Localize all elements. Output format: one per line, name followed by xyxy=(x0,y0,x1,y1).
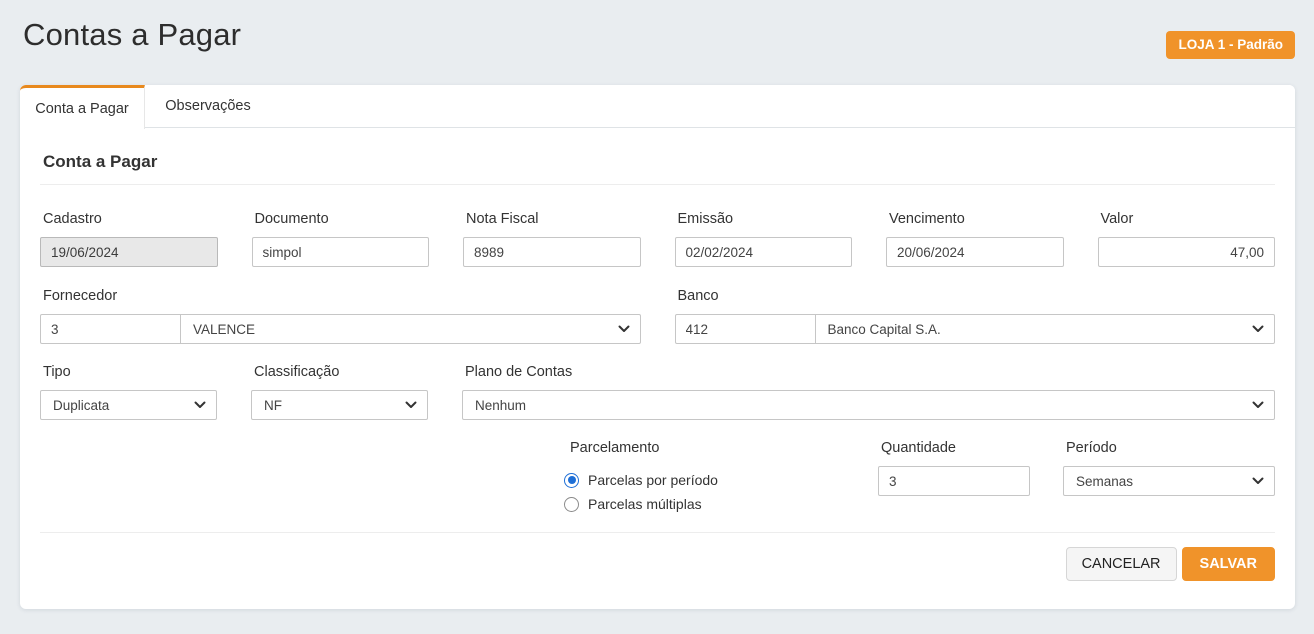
footer-actions: CANCELAR SALVAR xyxy=(40,533,1275,581)
radio-parcelas-por-periodo-label: Parcelas por período xyxy=(588,472,718,488)
valor-label: Valor xyxy=(1098,211,1276,227)
nota-fiscal-input[interactable] xyxy=(463,237,641,267)
parcelamento-label: Parcelamento xyxy=(564,440,844,456)
screen: Contas a Pagar LOJA 1 - Padrão Conta a P… xyxy=(0,0,1314,634)
vencimento-field: Vencimento xyxy=(886,211,1064,267)
banco-select[interactable]: Banco Capital S.A. xyxy=(815,314,1276,344)
nota-fiscal-field: Nota Fiscal xyxy=(463,211,641,267)
periodo-select[interactable]: Semanas xyxy=(1063,466,1275,496)
banco-field: Banco Banco Capital S.A. xyxy=(675,288,1276,344)
cancel-button[interactable]: CANCELAR xyxy=(1066,547,1177,581)
radio-unselected-icon xyxy=(564,497,579,512)
tab-observacoes[interactable]: Observações xyxy=(145,85,271,127)
banco-label: Banco xyxy=(675,288,1276,304)
tipo-select[interactable]: Duplicata xyxy=(40,390,217,420)
valor-input[interactable] xyxy=(1098,237,1276,267)
fornecedor-select-value: VALENCE xyxy=(193,322,255,337)
form-row-1: Cadastro Documento Nota Fiscal Emissão V… xyxy=(40,211,1275,267)
periodo-select-value: Semanas xyxy=(1076,474,1133,489)
plano-de-contas-field: Plano de Contas Nenhum xyxy=(462,364,1275,420)
fornecedor-combo: VALENCE xyxy=(40,314,641,344)
classificacao-select[interactable]: NF xyxy=(251,390,428,420)
radio-selected-icon xyxy=(564,473,579,488)
documento-label: Documento xyxy=(252,211,430,227)
banco-combo: Banco Capital S.A. xyxy=(675,314,1276,344)
tab-conta-a-pagar[interactable]: Conta a Pagar xyxy=(20,85,145,129)
vencimento-input[interactable] xyxy=(886,237,1064,267)
fornecedor-select[interactable]: VALENCE xyxy=(180,314,641,344)
quantidade-field: Quantidade xyxy=(878,440,1030,515)
chevron-down-icon xyxy=(618,325,630,333)
form-row-3: Tipo Duplicata Classificação NF xyxy=(40,364,1275,420)
chevron-down-icon xyxy=(1252,477,1264,485)
tab-bar: Conta a Pagar Observações xyxy=(20,85,1295,128)
emissao-field: Emissão xyxy=(675,211,853,267)
quantidade-input[interactable] xyxy=(878,466,1030,496)
chevron-down-icon xyxy=(194,401,206,409)
plano-de-contas-select-value: Nenhum xyxy=(475,398,526,413)
parcelamento-field: Parcelamento Parcelas por período Parcel… xyxy=(564,440,844,515)
form-row-2: Fornecedor VALENCE Banco xyxy=(40,288,1275,344)
page-title: Contas a Pagar xyxy=(23,17,241,53)
plano-de-contas-select[interactable]: Nenhum xyxy=(462,390,1275,420)
radio-parcelas-multiplas-label: Parcelas múltiplas xyxy=(588,496,702,512)
chevron-down-icon xyxy=(1252,401,1264,409)
valor-field: Valor xyxy=(1098,211,1276,267)
form-content: Conta a Pagar Cadastro Documento Nota Fi… xyxy=(20,128,1295,581)
chevron-down-icon xyxy=(405,401,417,409)
classificacao-label: Classificação xyxy=(251,364,428,380)
radio-parcelas-multiplas[interactable]: Parcelas múltiplas xyxy=(564,493,844,515)
banco-select-value: Banco Capital S.A. xyxy=(828,322,941,337)
cadastro-field: Cadastro xyxy=(40,211,218,267)
tipo-field: Tipo Duplicata xyxy=(40,364,217,420)
main-card: Conta a Pagar Observações Conta a Pagar … xyxy=(20,85,1295,609)
classificacao-select-value: NF xyxy=(264,398,282,413)
fornecedor-label: Fornecedor xyxy=(40,288,641,304)
documento-field: Documento xyxy=(252,211,430,267)
section-title: Conta a Pagar xyxy=(40,128,1275,185)
page-header: Contas a Pagar LOJA 1 - Padrão xyxy=(0,0,1314,85)
emissao-label: Emissão xyxy=(675,211,853,227)
quantidade-label: Quantidade xyxy=(878,440,1030,456)
tipo-label: Tipo xyxy=(40,364,217,380)
emissao-input[interactable] xyxy=(675,237,853,267)
nota-fiscal-label: Nota Fiscal xyxy=(463,211,641,227)
classificacao-field: Classificação NF xyxy=(251,364,428,420)
radio-parcelas-por-periodo[interactable]: Parcelas por período xyxy=(564,469,844,491)
form-row-4: Parcelamento Parcelas por período Parcel… xyxy=(40,440,1275,515)
cadastro-input xyxy=(40,237,218,267)
cadastro-label: Cadastro xyxy=(40,211,218,227)
periodo-field: Período Semanas xyxy=(1063,440,1275,515)
chevron-down-icon xyxy=(1252,325,1264,333)
vencimento-label: Vencimento xyxy=(886,211,1064,227)
fornecedor-code-input[interactable] xyxy=(40,314,181,344)
documento-input[interactable] xyxy=(252,237,430,267)
store-badge[interactable]: LOJA 1 - Padrão xyxy=(1166,31,1295,59)
plano-de-contas-label: Plano de Contas xyxy=(462,364,1275,380)
fornecedor-field: Fornecedor VALENCE xyxy=(40,288,641,344)
periodo-label: Período xyxy=(1063,440,1275,456)
save-button[interactable]: SALVAR xyxy=(1182,547,1275,581)
banco-code-input[interactable] xyxy=(675,314,816,344)
tipo-select-value: Duplicata xyxy=(53,398,109,413)
